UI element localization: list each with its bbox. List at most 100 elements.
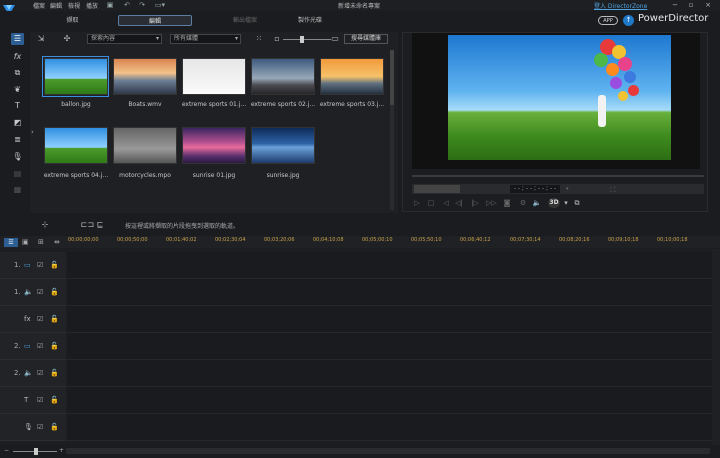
- preview-mode-dropdown[interactable]: ▾: [566, 185, 606, 193]
- edit-tools-icon[interactable]: ⊹: [40, 220, 50, 230]
- timecode-display[interactable]: - - ; - - ; - - ; - -: [510, 185, 560, 193]
- thumbnail-size-handle[interactable]: [300, 36, 304, 43]
- maximize-button[interactable]: ▫: [686, 0, 696, 10]
- small-thumb-icon[interactable]: ▫: [272, 34, 282, 44]
- close-button[interactable]: ×: [703, 0, 713, 10]
- lock-icon[interactable]: 🔓: [50, 288, 59, 296]
- media-thumb-motorcycles[interactable]: [113, 127, 177, 164]
- zoom-out-icon[interactable]: −: [4, 447, 9, 454]
- chapter-room-icon[interactable]: ▤: [11, 168, 24, 180]
- timeline-view-icon[interactable]: ☰: [4, 238, 18, 247]
- menu-edit[interactable]: 編輯: [50, 1, 62, 10]
- track-header[interactable]: T ☑ 🔓: [0, 387, 66, 414]
- media-thumb-extreme-04[interactable]: [44, 127, 108, 164]
- tab-capture[interactable]: 擷取: [35, 15, 110, 26]
- lock-icon[interactable]: 🔓: [50, 261, 59, 269]
- track-header[interactable]: fx ☑ 🔓: [0, 306, 66, 333]
- media-thumb-extreme-01[interactable]: [182, 58, 246, 95]
- edit-mode-icons[interactable]: ⊏⊐ ⊑: [75, 220, 109, 230]
- track-header[interactable]: 1. 🔈 ☑ 🔓: [0, 279, 66, 306]
- thumbnail-size-slider[interactable]: [283, 39, 331, 40]
- media-room-icon[interactable]: ☰: [11, 33, 24, 45]
- media-thumb-boats[interactable]: [113, 58, 177, 95]
- playback-progress[interactable]: [414, 185, 460, 193]
- search-library-button[interactable]: 搜尋媒體庫: [344, 34, 388, 44]
- redo-icon[interactable]: ↷: [138, 1, 146, 9]
- track-manager-icon[interactable]: ⊞: [38, 238, 44, 246]
- fast-forward-icon[interactable]: ▷▷: [486, 198, 497, 208]
- large-thumb-icon[interactable]: ▭: [330, 34, 340, 44]
- track-header[interactable]: 1. ▭ ☑ 🔓: [0, 252, 66, 279]
- track-enable-checkbox[interactable]: ☑: [37, 261, 43, 269]
- title-room-icon[interactable]: T: [11, 100, 24, 112]
- subtitle-room-icon[interactable]: ▦: [11, 184, 24, 196]
- track-enable-checkbox[interactable]: ☑: [37, 369, 43, 377]
- fullscreen-icon[interactable]: ⛶: [608, 185, 618, 195]
- fx-room-icon[interactable]: fx: [11, 51, 24, 63]
- tab-create-disc[interactable]: 製作光碟: [273, 15, 347, 26]
- track-lane[interactable]: [67, 333, 712, 360]
- tab-produce[interactable]: 輸出檔案: [210, 15, 280, 26]
- app-badge[interactable]: APP: [598, 16, 618, 25]
- track-enable-checkbox[interactable]: ☑: [37, 288, 43, 296]
- preview-scrub-bar[interactable]: [412, 175, 704, 177]
- track-header[interactable]: 2. 🔈 ☑ 🔓: [0, 360, 66, 387]
- track-lane[interactable]: [67, 306, 712, 333]
- directorzone-login-link[interactable]: 登入 DirectorZone: [594, 1, 647, 10]
- audio-mixing-icon[interactable]: ≣: [11, 134, 24, 146]
- lock-icon[interactable]: 🔓: [50, 369, 59, 377]
- transition-room-icon[interactable]: ◩: [11, 117, 24, 129]
- particle-room-icon[interactable]: ❦: [11, 84, 24, 96]
- layout-icon[interactable]: ▭▾: [153, 1, 167, 9]
- snapshot-icon[interactable]: ◙: [502, 198, 512, 208]
- menu-view[interactable]: 檢視: [68, 1, 80, 10]
- plugin-icon[interactable]: ✣: [62, 34, 72, 44]
- track-lane[interactable]: [67, 387, 712, 414]
- zoom-slider-handle[interactable]: [34, 448, 38, 455]
- 3d-toggle-button[interactable]: 3D: [548, 198, 560, 208]
- track-header[interactable]: 2. ▭ ☑ 🔓: [0, 333, 66, 360]
- timeline-vertical-scrollbar[interactable]: [712, 249, 720, 445]
- zoom-in-icon[interactable]: +: [59, 447, 64, 454]
- import-media-icon[interactable]: ⇲: [36, 34, 46, 44]
- media-thumb-sunrise-01[interactable]: [182, 127, 246, 164]
- save-icon[interactable]: ▣: [106, 1, 114, 9]
- track-header[interactable]: 🎙 ☑ 🔓: [0, 414, 66, 441]
- settings-icon[interactable]: ⚙: [518, 198, 528, 208]
- menu-play[interactable]: 播放: [86, 1, 98, 10]
- lock-icon[interactable]: 🔓: [50, 315, 59, 323]
- media-thumb-extreme-03[interactable]: [320, 58, 384, 95]
- collapse-panel-icon[interactable]: ›: [31, 128, 39, 140]
- media-thumb-sunrise[interactable]: [251, 127, 315, 164]
- fit-timeline-icon[interactable]: ⇹: [54, 238, 60, 246]
- minimize-button[interactable]: −: [670, 0, 680, 10]
- media-thumb-extreme-02[interactable]: [251, 58, 315, 95]
- track-enable-checkbox[interactable]: ☑: [37, 396, 43, 404]
- undock-icon[interactable]: ⧉: [572, 198, 582, 208]
- previous-frame-icon[interactable]: ◁: [441, 198, 451, 208]
- track-enable-checkbox[interactable]: ☑: [37, 315, 43, 323]
- media-type-dropdown[interactable]: 所有媒體 ▾: [170, 34, 241, 44]
- track-lane[interactable]: [67, 279, 712, 306]
- lock-icon[interactable]: 🔓: [50, 396, 59, 404]
- stop-icon[interactable]: □: [426, 198, 436, 208]
- tab-edit[interactable]: 編輯: [118, 15, 192, 26]
- voice-over-icon[interactable]: 🎙: [11, 151, 24, 163]
- step-back-icon[interactable]: ◁|: [454, 198, 464, 208]
- chevron-down-icon[interactable]: ▾: [561, 198, 571, 208]
- explore-filter-dropdown[interactable]: 探索內容 ▾: [87, 34, 162, 44]
- track-lane[interactable]: [67, 252, 712, 279]
- storyboard-view-icon[interactable]: ▣: [22, 238, 29, 246]
- grid-view-icon[interactable]: ⁙: [254, 34, 264, 44]
- track-enable-checkbox[interactable]: ☑: [37, 342, 43, 350]
- volume-icon[interactable]: 🔈: [532, 198, 542, 208]
- library-scrollbar-thumb[interactable]: [390, 50, 394, 105]
- pip-room-icon[interactable]: ⧉: [11, 67, 24, 79]
- lock-icon[interactable]: 🔓: [50, 423, 59, 431]
- play-icon[interactable]: ▷: [412, 198, 422, 208]
- timeline-horizontal-scrollbar[interactable]: [66, 448, 710, 454]
- track-lane[interactable]: [67, 414, 712, 441]
- lock-icon[interactable]: 🔓: [50, 342, 59, 350]
- step-forward-icon[interactable]: |▷: [470, 198, 480, 208]
- menu-file[interactable]: 檔案: [33, 1, 45, 10]
